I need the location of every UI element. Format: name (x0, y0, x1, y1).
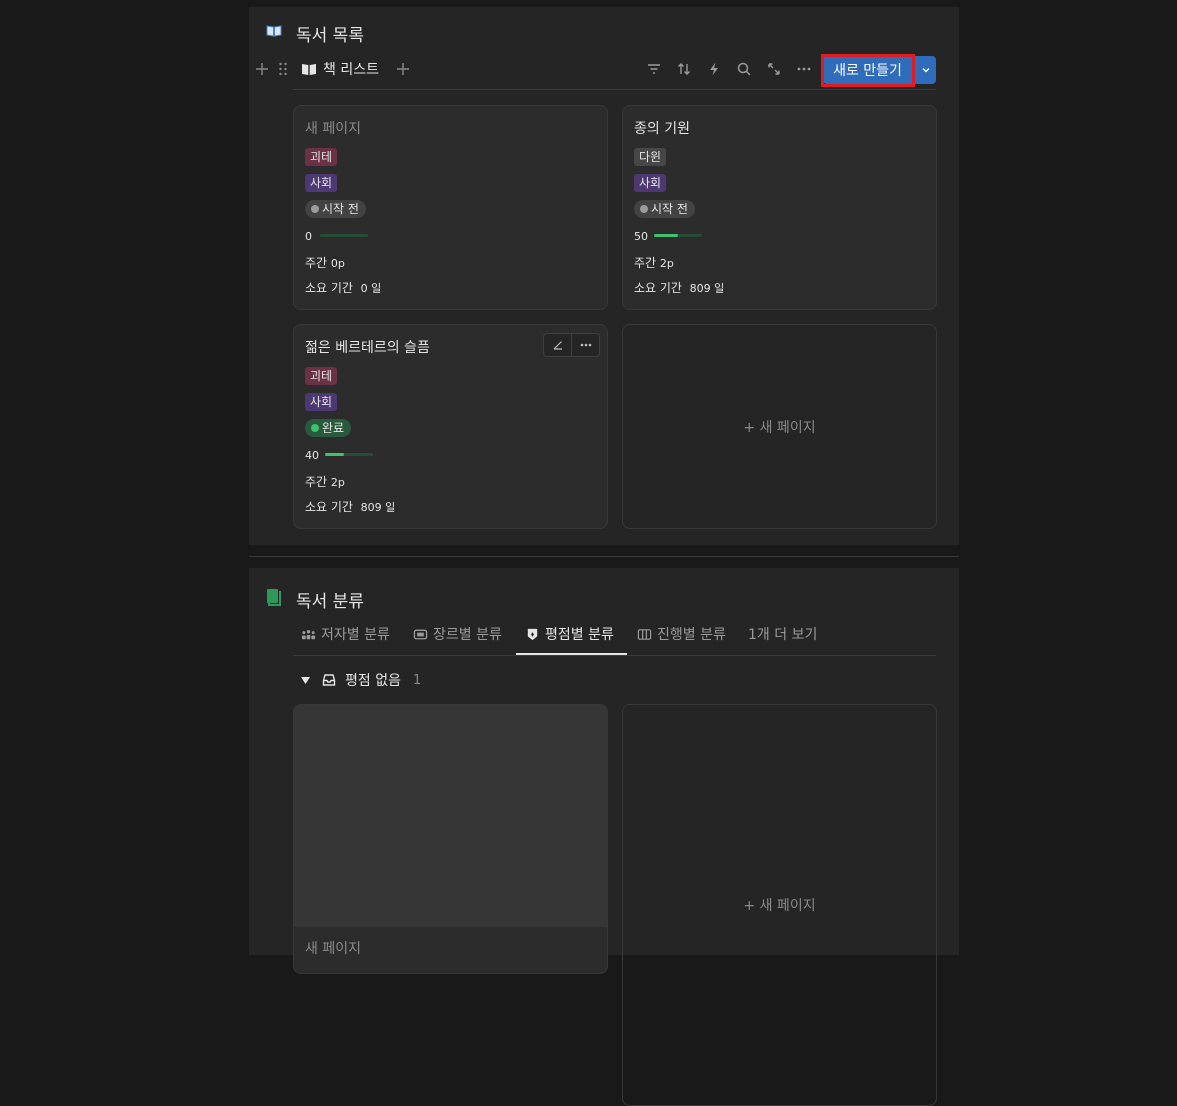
edit-pencil-icon[interactable] (544, 334, 571, 356)
shield-icon (525, 627, 540, 642)
author-tag: 다윈 (634, 148, 667, 166)
gallery-card[interactable]: 종의 기원 다윈 사회 시작 전 50 주간 2p 소요 기간 809 일 (622, 105, 937, 310)
tag-icon (413, 627, 428, 642)
tab-label: 평점별 분류 (545, 627, 614, 643)
people-icon (301, 627, 316, 642)
more-options-icon[interactable] (795, 60, 813, 78)
book-icon (301, 61, 317, 77)
tab-label: 장르별 분류 (433, 627, 502, 643)
tab-label: 진행별 분류 (657, 627, 726, 643)
status-badge: 시작 전 (305, 200, 366, 218)
more-tabs-link[interactable]: 1개 더 보기 (748, 622, 817, 646)
columns-icon (637, 627, 652, 642)
search-icon[interactable] (735, 60, 753, 78)
view-tab-label: 책 리스트 (323, 62, 379, 78)
card-title: 젊은 베르테르의 슬픔 (305, 340, 430, 356)
tab-by-genre[interactable]: 장르별 분류 (413, 622, 502, 646)
progress-value: 50 (634, 230, 648, 243)
card-cover (294, 705, 607, 927)
progress-bar (654, 234, 702, 237)
add-block-icon[interactable] (253, 60, 271, 78)
card-actions (543, 333, 600, 357)
category-tag: 사회 (305, 174, 338, 192)
group-header[interactable]: 평점 없음 1 (300, 670, 421, 690)
sort-icon[interactable] (675, 60, 693, 78)
tab-by-progress[interactable]: 진행별 분류 (637, 622, 726, 646)
author-tag: 괴테 (305, 367, 338, 385)
gallery-card[interactable]: 새 페이지 (293, 704, 608, 974)
status-badge: 완료 (305, 419, 352, 437)
drag-handle-icon[interactable] (274, 60, 292, 78)
tab-by-author[interactable]: 저자별 분류 (301, 622, 390, 646)
tab-by-rating[interactable]: 평점별 분류 (525, 622, 614, 646)
progress-fill (325, 453, 344, 456)
weekly-pages: 주간 2p (305, 475, 345, 489)
section-title: 독서 분류 (296, 592, 364, 612)
duration: 소요 기간 0 일 (305, 281, 382, 295)
gallery-card[interactable]: 젊은 베르테르의 슬픔 괴테 사회 완료 40 주간 2p 소요 기간 809 … (293, 324, 608, 529)
add-page-card[interactable]: + 새 페이지 (622, 324, 937, 529)
progress-fill (654, 234, 678, 237)
gallery-card[interactable]: 새 페이지 괴테 사회 시작 전 0 주간 0p 소요 기간 0 일 (293, 105, 608, 310)
triangle-down-icon[interactable] (300, 675, 311, 686)
status-badge: 시작 전 (634, 200, 695, 218)
view-tab-book-list[interactable]: 책 리스트 (301, 59, 379, 79)
duration: 소요 기간 809 일 (305, 500, 396, 514)
card-title: 종의 기원 (634, 121, 690, 137)
progress-value: 0 (305, 230, 312, 243)
progress-value: 40 (305, 449, 319, 462)
more-options-icon[interactable] (571, 334, 599, 356)
weekly-pages: 주간 0p (305, 256, 345, 270)
progress-bar (320, 234, 368, 237)
section-title: 독서 목록 (296, 26, 364, 46)
category-tag: 사회 (305, 393, 338, 411)
group-label: 평점 없음 (345, 673, 401, 689)
green-book-icon (265, 588, 283, 606)
toolbar-divider (293, 89, 936, 90)
category-tag: 사회 (634, 174, 667, 192)
add-page-card[interactable]: + 새 페이지 (622, 704, 937, 1106)
filter-icon[interactable] (645, 60, 663, 78)
card-title: 새 페이지 (305, 941, 361, 957)
inbox-icon (321, 672, 337, 688)
tabs-divider (293, 655, 936, 656)
duration: 소요 기간 809 일 (634, 281, 725, 295)
card-title: 새 페이지 (305, 121, 361, 137)
section-divider (249, 556, 959, 557)
group-count: 1 (412, 672, 422, 688)
chevron-down-icon (921, 65, 931, 75)
new-button-dropdown[interactable] (915, 56, 936, 84)
tab-label: 저자별 분류 (321, 627, 390, 643)
expand-icon[interactable] (765, 60, 783, 78)
author-tag: 괴테 (305, 148, 338, 166)
new-button[interactable]: 새로 만들기 (823, 56, 912, 84)
weekly-pages: 주간 2p (634, 256, 674, 270)
automation-bolt-icon[interactable] (705, 60, 723, 78)
open-book-icon (265, 22, 283, 40)
add-view-icon[interactable] (394, 60, 412, 78)
progress-bar (325, 453, 373, 456)
